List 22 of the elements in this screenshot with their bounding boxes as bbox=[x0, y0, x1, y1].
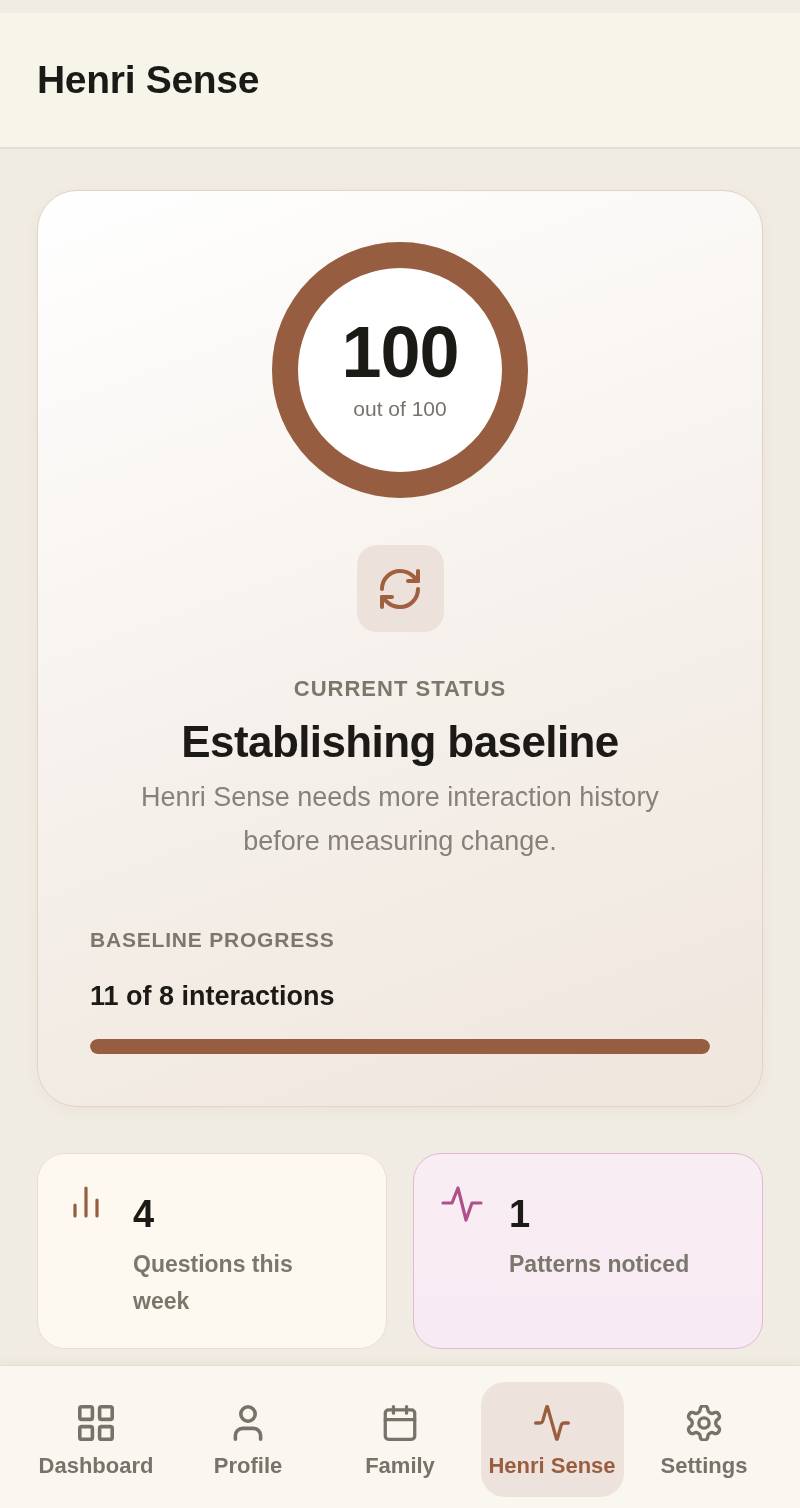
nav-item[interactable]: Settings bbox=[632, 1382, 776, 1497]
progress-label: BASELINE PROGRESS bbox=[90, 927, 336, 953]
nav-item[interactable]: Dashboard bbox=[24, 1382, 168, 1497]
nav-item[interactable]: Henri Sense bbox=[480, 1382, 624, 1497]
nav-item[interactable]: Profile bbox=[176, 1382, 320, 1497]
settings-icon bbox=[686, 1405, 722, 1441]
stat-value: 1 bbox=[509, 1192, 532, 1236]
status-label: CURRENT STATUS bbox=[293, 676, 507, 702]
stat-value: 4 bbox=[133, 1192, 156, 1236]
score-value: 100 bbox=[341, 316, 459, 388]
status-title: Establishing baseline bbox=[181, 716, 619, 768]
nav-item[interactable]: Family bbox=[328, 1382, 472, 1497]
score-caption: out of 100 bbox=[353, 396, 447, 422]
status-description: Henri Sense needs more interaction history before measuring change. bbox=[140, 781, 660, 858]
calendar-icon bbox=[382, 1405, 418, 1441]
refresh-icon bbox=[356, 545, 444, 632]
progress-value: 11 of 8 interactions bbox=[90, 980, 336, 1013]
app-title: Henri Sense bbox=[37, 57, 260, 103]
stat-label: Questions this week bbox=[133, 1250, 294, 1316]
pulse-icon bbox=[534, 1405, 570, 1441]
grid-icon bbox=[78, 1405, 114, 1441]
stat-label: Patterns noticed bbox=[509, 1250, 691, 1279]
